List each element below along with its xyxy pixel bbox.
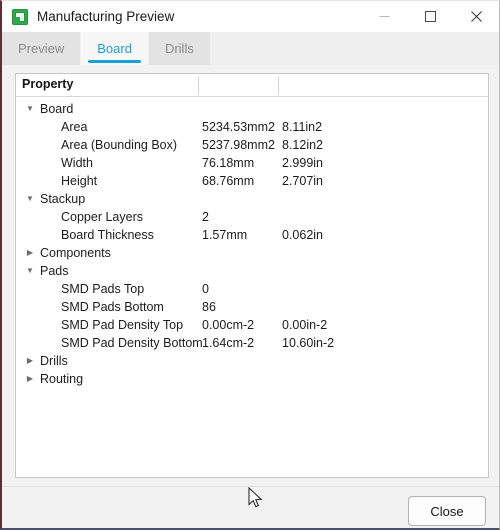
tree-row-area-bounding-box[interactable]: Area (Bounding Box) 5237.98mm2 8.12in2: [16, 136, 488, 154]
tree-row-label: SMD Pads Top: [61, 282, 145, 296]
chevron-right-icon[interactable]: ▶: [24, 370, 36, 388]
tree-row-label: Area (Bounding Box): [61, 138, 178, 152]
tree-row-value-imperial: 0.00in-2: [282, 318, 328, 332]
close-icon[interactable]: [453, 1, 499, 32]
tree-row-label: Height: [61, 174, 98, 188]
dialog-body: Property ▼ Board Area 5234.53mm2 8.11in2: [2, 65, 499, 528]
tree-row-value-metric: 0.00cm-2: [202, 318, 255, 332]
tree-row-label: Board: [40, 102, 74, 116]
tree-row-label: Width: [61, 156, 93, 170]
tab-board-label: Board: [97, 41, 132, 56]
column-divider-2[interactable]: [278, 76, 279, 95]
tree-row-value-metric: 68.76mm: [202, 174, 255, 188]
tree-row-value-imperial: 8.11in2: [282, 120, 323, 134]
tree-row-routing[interactable]: ▶ Routing: [16, 370, 488, 388]
tree-row-pads[interactable]: ▼ Pads: [16, 262, 488, 280]
tab-board[interactable]: Board: [81, 32, 149, 65]
tree-row-label: Routing: [40, 372, 84, 386]
tab-preview[interactable]: Preview: [2, 32, 82, 65]
chevron-right-icon[interactable]: ▶: [24, 244, 36, 262]
tab-drills[interactable]: Drills: [148, 32, 211, 65]
tree-row-value-metric: 2: [202, 210, 209, 224]
tree-row-value-imperial: 10.60in-2: [282, 336, 335, 350]
minimize-icon[interactable]: [361, 1, 407, 32]
close-button[interactable]: Close: [408, 496, 486, 526]
tree-row-board-thickness[interactable]: Board Thickness 1.57mm 0.062in: [16, 226, 488, 244]
tree-row-value-imperial: 2.707in: [282, 174, 324, 188]
tree-row-label: SMD Pad Density Bottom: [61, 336, 203, 350]
tree-row-value-metric: 86: [202, 300, 216, 314]
tree-row-label: Area: [61, 120, 88, 134]
tree-row-value-imperial: 8.12in2: [282, 138, 324, 152]
property-tree-body: ▼ Board Area 5234.53mm2 8.11in2 Area (Bo…: [16, 97, 488, 388]
app-board-icon: [12, 8, 28, 25]
window-controls: [361, 1, 499, 32]
tree-row-smd-pad-density-top[interactable]: SMD Pad Density Top 0.00cm-2 0.00in-2: [16, 316, 488, 334]
chevron-right-icon[interactable]: ▶: [24, 352, 36, 370]
chevron-down-icon[interactable]: ▼: [24, 262, 36, 280]
tree-row-area[interactable]: Area 5234.53mm2 8.11in2: [16, 118, 488, 136]
tree-row-label: SMD Pads Bottom: [61, 300, 164, 314]
tree-row-value-metric: 1.57mm: [202, 228, 248, 242]
window-title: Manufacturing Preview: [37, 9, 175, 24]
tree-row-value-metric: 76.18mm: [202, 156, 255, 170]
tree-row-height[interactable]: Height 68.76mm 2.707in: [16, 172, 488, 190]
tree-row-smd-pads-top[interactable]: SMD Pads Top 0: [16, 280, 488, 298]
tree-row-label: Components: [40, 246, 111, 260]
maximize-icon[interactable]: [407, 1, 453, 32]
tree-row-value-imperial: 0.062in: [282, 228, 324, 242]
tree-row-value-metric: 5237.98mm2: [202, 138, 275, 152]
tab-drills-label: Drills: [164, 41, 194, 56]
tree-row-drills[interactable]: ▶ Drills: [16, 352, 488, 370]
tree-row-label: Copper Layers: [61, 210, 143, 224]
tree-row-stackup[interactable]: ▼ Stackup: [16, 190, 488, 208]
tree-row-value-metric: 1.64cm-2: [202, 336, 255, 350]
tree-row-board[interactable]: ▼ Board: [16, 100, 488, 118]
tab-strip: Preview Board Drills: [2, 32, 499, 66]
tree-row-value-metric: 0: [202, 282, 209, 296]
tree-row-copper-layers[interactable]: Copper Layers 2: [16, 208, 488, 226]
tab-strip-filler: [210, 32, 499, 65]
property-tree-header: Property: [16, 74, 488, 97]
tree-row-label: Pads: [40, 264, 69, 278]
column-header-property: Property: [22, 77, 74, 91]
mouse-cursor: [248, 486, 264, 511]
chevron-down-icon[interactable]: ▼: [24, 100, 36, 118]
tree-row-value-imperial: 2.999in: [282, 156, 324, 170]
tree-row-smd-pad-density-bottom[interactable]: SMD Pad Density Bottom 1.64cm-2 10.60in-…: [16, 334, 488, 352]
tree-row-label: Stackup: [40, 192, 86, 206]
tree-row-label: SMD Pad Density Top: [61, 318, 184, 332]
column-divider-1[interactable]: [198, 76, 199, 95]
manufacturing-preview-window: Manufacturing Preview Preview Board Dril…: [0, 0, 500, 530]
tree-row-label: Drills: [40, 354, 68, 368]
tree-row-label: Board Thickness: [61, 228, 154, 242]
tree-row-components[interactable]: ▶ Components: [16, 244, 488, 262]
property-tree-panel[interactable]: Property ▼ Board Area 5234.53mm2 8.11in2: [15, 73, 489, 478]
footer-separator: [2, 486, 499, 487]
tree-row-value-metric: 5234.53mm2: [202, 120, 275, 134]
chevron-down-icon[interactable]: ▼: [24, 190, 36, 208]
tree-row-width[interactable]: Width 76.18mm 2.999in: [16, 154, 488, 172]
tab-preview-label: Preview: [18, 41, 65, 56]
tree-row-smd-pads-bottom[interactable]: SMD Pads Bottom 86: [16, 298, 488, 316]
title-bar: Manufacturing Preview: [2, 1, 499, 32]
